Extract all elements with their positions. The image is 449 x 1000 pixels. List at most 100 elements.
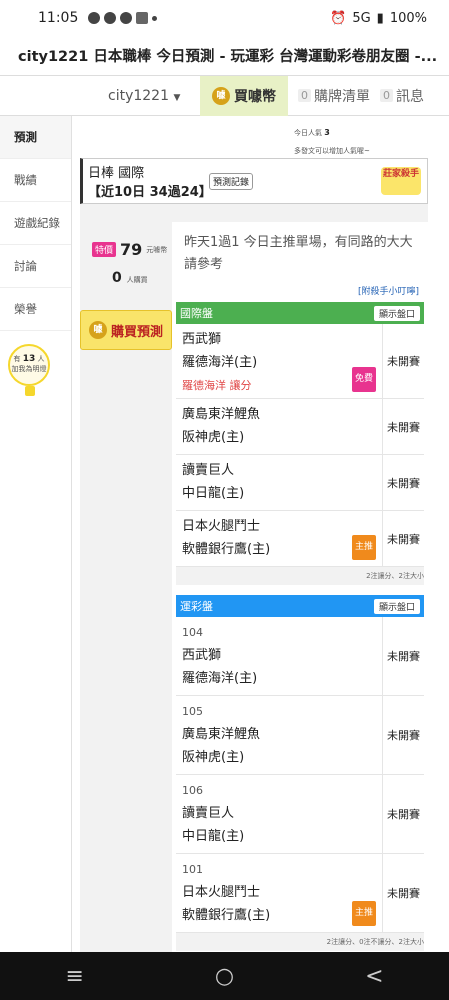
sidebar-item-game-log[interactable]: 遊戲紀錄: [0, 202, 71, 245]
game-number: 101: [182, 863, 203, 876]
chat-icon: [104, 12, 117, 24]
board-title: 國際盤: [180, 307, 213, 320]
league-header: 日棒 國際 【近10日 34過24】 預測記錄 莊家殺手: [80, 158, 428, 204]
away-team: 日本火腿鬥士: [182, 519, 261, 534]
matchup: 讀賣巨人 中日龍(主): [176, 455, 382, 510]
purchase-panel: 特價 79 元噱幣 0 人購買 噱 購買預測: [80, 222, 172, 952]
away-team: 西武獅: [182, 332, 222, 347]
prediction-record-button[interactable]: 預測記錄: [209, 173, 254, 190]
coins-label: 買噱幣: [234, 88, 276, 105]
main-pick-tag: 主推: [351, 535, 376, 560]
sidebar-item-record[interactable]: 戰績: [0, 159, 71, 202]
away-team: 日本火腿鬥士: [182, 885, 261, 900]
buy-button-label: 購買預測: [110, 324, 163, 340]
popularity-tip: 多發文可以增加人氣喔~: [294, 147, 370, 155]
system-icons: ⏰ 5G ▮ 100%: [330, 11, 427, 26]
table-row: 日本火腿鬥士 軟體銀行鷹(主) 主推 未開賽: [176, 511, 424, 567]
international-board: 國際盤 顯示盤口 西武獅 羅德海洋(主) 羅德海洋 讓分 免費 未開賽 廣島東洋…: [176, 302, 424, 585]
page-title: city1221 日本職棒 今日預測 - 玩運彩 台灣運動彩卷朋友圈 -...: [0, 36, 449, 76]
main-content: 今日人氣 3 多發文可以增加人氣喔~ 日棒 國際 【近10日 34過24】 預測…: [72, 116, 449, 952]
lottery-board: 運彩盤 顯示盤口 104 西武獅 羅德海洋(主) 未開賽 105 廣島東洋鯉魚 …: [176, 595, 424, 951]
board-header: 運彩盤 顯示盤口: [176, 595, 424, 617]
buy-prediction-button[interactable]: 噱 購買預測: [80, 310, 172, 350]
table-row: 105 廣島東洋鯉魚 阪神虎(主) 未開賽: [176, 696, 424, 775]
board-header: 國際盤 顯示盤口: [176, 302, 424, 324]
game-number: 104: [182, 626, 203, 639]
table-row: 廣島東洋鯉魚 阪神虎(主) 未開賽: [176, 399, 424, 455]
messages-link[interactable]: 0 訊息: [380, 86, 424, 106]
signal-icon: ▮: [376, 10, 384, 26]
coins-button[interactable]: 噱 買噱幣: [200, 75, 288, 116]
prediction-comment: 昨天1過1 今日主推單場，有同路的大大請參考: [184, 235, 413, 272]
table-row: 西武獅 羅德海洋(主) 羅德海洋 讓分 免費 未開賽: [176, 324, 424, 399]
battery-label: 100%: [389, 10, 427, 26]
sidebar-item-prediction[interactable]: 預測: [0, 116, 71, 159]
message-count: 0: [380, 89, 393, 102]
coin-icon: 噱: [88, 321, 107, 339]
status-bar: 11:05 ⏰ 5G ▮ 100%: [0, 0, 449, 36]
away-team: 讀賣巨人: [182, 806, 235, 821]
home-team: 阪神虎(主): [182, 430, 245, 445]
site-selector[interactable]: city1221 ▼: [108, 88, 200, 104]
matchup: 106 讀賣巨人 中日龍(主): [176, 775, 382, 853]
top-nav: city1221 ▼ 噱 買噱幣 0 購牌清單 0 訊息: [0, 75, 449, 116]
matchup: 廣島東洋鯉魚 阪神虎(主): [176, 399, 382, 454]
back-icon[interactable]: <: [365, 964, 383, 989]
matchup: 105 廣島東洋鯉魚 阪神虎(主): [176, 696, 382, 774]
matchup: 101 日本火腿鬥士 軟體銀行鷹(主) 主推: [176, 854, 382, 932]
sidebar-item-honor[interactable]: 榮譽: [0, 288, 71, 331]
free-tag: 免費: [351, 367, 376, 392]
sidebar-item-discussion[interactable]: 討論: [0, 245, 71, 288]
matchup: 日本火腿鬥士 軟體銀行鷹(主) 主推: [176, 511, 382, 566]
site-name: city1221: [108, 87, 169, 104]
bulb-count: 13: [22, 354, 36, 364]
clock: 11:05: [38, 10, 79, 26]
price-unit: 元噱幣: [146, 245, 168, 254]
purchase-list-link[interactable]: 0 購牌清單: [298, 86, 370, 106]
game-status: 未開賽: [382, 775, 424, 853]
buyers-count: 0 人購買: [112, 270, 148, 286]
popularity-value: 3: [324, 128, 330, 137]
buyers-value: 0: [112, 270, 122, 286]
home-team: 中日龍(主): [182, 486, 245, 501]
notification-icons: [88, 12, 158, 24]
game-status: 未開賽: [382, 696, 424, 774]
app-icon: [120, 12, 133, 24]
table-row: 106 讀賣巨人 中日龍(主) 未開賽: [176, 775, 424, 854]
league-title: 日棒 國際: [88, 166, 145, 181]
popularity-label: 今日人氣: [294, 129, 322, 137]
away-team: 讀賣巨人: [182, 463, 235, 478]
game-status: 未開賽: [382, 511, 424, 566]
lightbulb-follow-button[interactable]: 有 13 人 加我為明燈: [8, 344, 50, 396]
helper-link[interactable]: [附殺手小叮嚀]: [358, 284, 419, 297]
king-killer-badge: 莊家殺手: [381, 167, 421, 195]
game-number: 106: [182, 784, 203, 797]
home-team: 軟體銀行鷹(主): [182, 542, 271, 557]
chevron-down-icon: ▼: [173, 92, 181, 103]
board-title: 運彩盤: [180, 600, 213, 613]
home-team: 軟體銀行鷹(主): [182, 908, 271, 923]
league-record: 【近10日 34過24】: [88, 185, 212, 200]
main-pick-tag: 主推: [351, 901, 376, 926]
dot-icon: [152, 15, 158, 21]
mail-icon: [136, 12, 149, 24]
pick-label: 羅德海洋 讓分: [182, 379, 252, 392]
show-odds-button[interactable]: 顯示盤口: [373, 305, 420, 321]
table-row: 讀賣巨人 中日龍(主) 未開賽: [176, 455, 424, 511]
matchup: 西武獅 羅德海洋(主) 羅德海洋 讓分 免費: [176, 324, 382, 398]
away-team: 廣島東洋鯉魚: [182, 407, 261, 422]
home-team: 羅德海洋(主): [182, 355, 258, 370]
popularity: 今日人氣 3 多發文可以增加人氣喔~: [294, 124, 370, 160]
alarm-icon: ⏰: [330, 10, 347, 26]
home-team: 羅德海洋(主): [182, 671, 258, 686]
bulb-text: 加我為明燈: [11, 365, 47, 373]
price-block: 特價 79 元噱幣: [92, 240, 167, 259]
recent-apps-icon[interactable]: ≡: [65, 964, 83, 989]
show-odds-button[interactable]: 顯示盤口: [373, 598, 420, 614]
home-icon[interactable]: ○: [215, 964, 234, 989]
game-status: 未開賽: [382, 324, 424, 398]
price-value: 79: [120, 240, 143, 259]
network-label: 5G: [352, 10, 371, 26]
matchup: 104 西武獅 羅德海洋(主): [176, 617, 382, 695]
home-team: 阪神虎(主): [182, 750, 245, 765]
